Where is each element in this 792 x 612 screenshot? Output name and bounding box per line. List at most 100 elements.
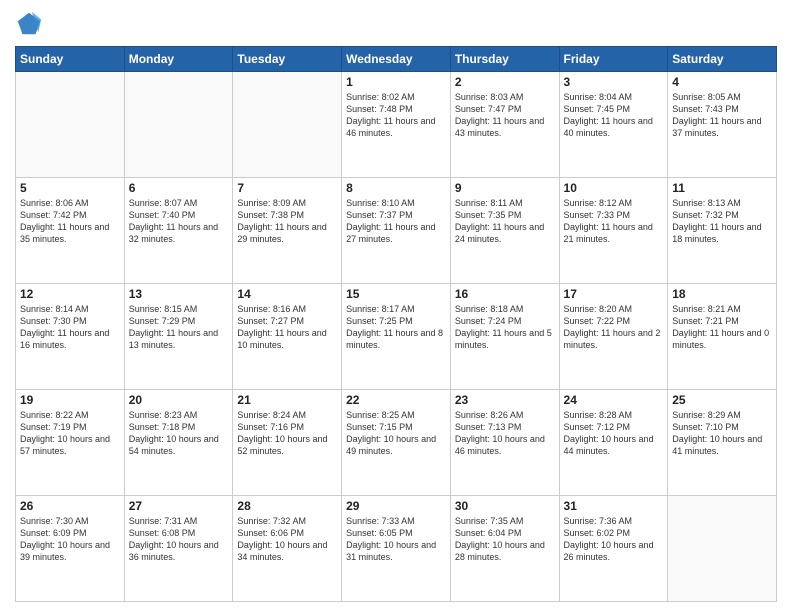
- day-info: Sunrise: 8:04 AM Sunset: 7:45 PM Dayligh…: [564, 91, 664, 140]
- day-info: Sunrise: 8:05 AM Sunset: 7:43 PM Dayligh…: [672, 91, 772, 140]
- day-number: 17: [564, 287, 664, 301]
- calendar-day-18: 18Sunrise: 8:21 AM Sunset: 7:21 PM Dayli…: [668, 284, 777, 390]
- day-info: Sunrise: 8:26 AM Sunset: 7:13 PM Dayligh…: [455, 409, 555, 458]
- calendar-day-12: 12 Sunrise: 8:14 AM Sunset: 7:30 PM Dayli…: [16, 284, 125, 390]
- day-info: Sunrise: 8:10 AM Sunset: 7:37 PM Dayligh…: [346, 197, 446, 246]
- calendar-day-6: 6 Sunrise: 8:07 AM Sunset: 7:40 PM Daylig…: [124, 178, 233, 284]
- day-info: Sunrise: 8:29 AM Sunset: 7:10 PM Dayligh…: [672, 409, 772, 458]
- calendar-week-3: 12 Sunrise: 8:14 AM Sunset: 7:30 PM Dayli…: [16, 284, 777, 390]
- day-info: Sunrise: 8:03 AM Sunset: 7:47 PM Dayligh…: [455, 91, 555, 140]
- day-info: Sunrise: 8:15 AM Sunset: 7:29 PM Dayligh…: [129, 303, 229, 352]
- day-number: 26: [20, 499, 120, 513]
- day-info: Sunrise: 7:32 AM Sunset: 6:06 PM Dayligh…: [237, 515, 337, 564]
- day-number: 4: [672, 75, 772, 89]
- day-info: Sunrise: 8:16 AM Sunset: 7:27 PM Dayligh…: [237, 303, 337, 352]
- day-number: 15: [346, 287, 446, 301]
- calendar-week-4: 19 Sunrise: 8:22 AM Sunset: 7:19 PM Dayli…: [16, 390, 777, 496]
- calendar-day-27: 27 Sunrise: 7:31 AM Sunset: 6:08 PM Dayli…: [124, 496, 233, 602]
- calendar-day-22: 22 Sunrise: 8:25 AM Sunset: 7:15 PM Dayli…: [342, 390, 451, 496]
- day-info: Sunrise: 7:31 AM Sunset: 6:08 PM Dayligh…: [129, 515, 229, 564]
- day-number: 10: [564, 181, 664, 195]
- day-info: Sunrise: 8:12 AM Sunset: 7:33 PM Dayligh…: [564, 197, 664, 246]
- day-number: 16: [455, 287, 555, 301]
- day-number: 12: [20, 287, 120, 301]
- day-info: Sunrise: 8:23 AM Sunset: 7:18 PM Dayligh…: [129, 409, 229, 458]
- day-number: 2: [455, 75, 555, 89]
- calendar-day-empty: [233, 72, 342, 178]
- calendar-day-29: 29 Sunrise: 7:33 AM Sunset: 6:05 PM Dayli…: [342, 496, 451, 602]
- day-info: Sunrise: 8:22 AM Sunset: 7:19 PM Dayligh…: [20, 409, 120, 458]
- day-number: 20: [129, 393, 229, 407]
- col-header-saturday: Saturday: [668, 47, 777, 72]
- day-info: Sunrise: 8:14 AM Sunset: 7:30 PM Dayligh…: [20, 303, 120, 352]
- day-number: 25: [672, 393, 772, 407]
- day-number: 22: [346, 393, 446, 407]
- day-number: 11: [672, 181, 772, 195]
- calendar-day-empty: [124, 72, 233, 178]
- day-info: Sunrise: 7:36 AM Sunset: 6:02 PM Dayligh…: [564, 515, 664, 564]
- calendar-week-1: 1Sunrise: 8:02 AM Sunset: 7:48 PM Daylig…: [16, 72, 777, 178]
- calendar-day-empty: [16, 72, 125, 178]
- calendar-day-13: 13 Sunrise: 8:15 AM Sunset: 7:29 PM Dayli…: [124, 284, 233, 390]
- calendar-day-16: 16 Sunrise: 8:18 AM Sunset: 7:24 PM Dayli…: [450, 284, 559, 390]
- col-header-sunday: Sunday: [16, 47, 125, 72]
- calendar-week-5: 26 Sunrise: 7:30 AM Sunset: 6:09 PM Dayli…: [16, 496, 777, 602]
- day-number: 23: [455, 393, 555, 407]
- calendar-day-1: 1Sunrise: 8:02 AM Sunset: 7:48 PM Daylig…: [342, 72, 451, 178]
- calendar-day-21: 21 Sunrise: 8:24 AM Sunset: 7:16 PM Dayli…: [233, 390, 342, 496]
- col-header-tuesday: Tuesday: [233, 47, 342, 72]
- day-info: Sunrise: 8:28 AM Sunset: 7:12 PM Dayligh…: [564, 409, 664, 458]
- day-info: Sunrise: 8:13 AM Sunset: 7:32 PM Dayligh…: [672, 197, 772, 246]
- calendar-day-2: 2 Sunrise: 8:03 AM Sunset: 7:47 PM Daylig…: [450, 72, 559, 178]
- day-info: Sunrise: 8:07 AM Sunset: 7:40 PM Dayligh…: [129, 197, 229, 246]
- calendar-week-2: 5Sunrise: 8:06 AM Sunset: 7:42 PM Daylig…: [16, 178, 777, 284]
- calendar-day-23: 23 Sunrise: 8:26 AM Sunset: 7:13 PM Dayli…: [450, 390, 559, 496]
- calendar-day-20: 20 Sunrise: 8:23 AM Sunset: 7:18 PM Dayli…: [124, 390, 233, 496]
- calendar-day-25: 25 Sunrise: 8:29 AM Sunset: 7:10 PM Dayli…: [668, 390, 777, 496]
- col-header-wednesday: Wednesday: [342, 47, 451, 72]
- day-number: 28: [237, 499, 337, 513]
- col-header-thursday: Thursday: [450, 47, 559, 72]
- day-info: Sunrise: 8:24 AM Sunset: 7:16 PM Dayligh…: [237, 409, 337, 458]
- day-number: 31: [564, 499, 664, 513]
- calendar-day-9: 9 Sunrise: 8:11 AM Sunset: 7:35 PM Daylig…: [450, 178, 559, 284]
- calendar-day-28: 28 Sunrise: 7:32 AM Sunset: 6:06 PM Dayli…: [233, 496, 342, 602]
- day-number: 9: [455, 181, 555, 195]
- day-info: Sunrise: 8:18 AM Sunset: 7:24 PM Dayligh…: [455, 303, 555, 352]
- day-number: 24: [564, 393, 664, 407]
- calendar-day-19: 19 Sunrise: 8:22 AM Sunset: 7:19 PM Dayli…: [16, 390, 125, 496]
- day-number: 13: [129, 287, 229, 301]
- day-info: Sunrise: 8:20 AM Sunset: 7:22 PM Dayligh…: [564, 303, 664, 352]
- day-info: Sunrise: 8:25 AM Sunset: 7:15 PM Dayligh…: [346, 409, 446, 458]
- day-number: 5: [20, 181, 120, 195]
- calendar-day-3: 3 Sunrise: 8:04 AM Sunset: 7:45 PM Daylig…: [559, 72, 668, 178]
- day-number: 30: [455, 499, 555, 513]
- calendar-day-17: 17 Sunrise: 8:20 AM Sunset: 7:22 PM Dayli…: [559, 284, 668, 390]
- logo-icon: [15, 10, 43, 38]
- day-info: Sunrise: 7:35 AM Sunset: 6:04 PM Dayligh…: [455, 515, 555, 564]
- page: SundayMondayTuesdayWednesdayThursdayFrid…: [0, 0, 792, 612]
- calendar-day-14: 14Sunrise: 8:16 AM Sunset: 7:27 PM Dayli…: [233, 284, 342, 390]
- day-info: Sunrise: 8:02 AM Sunset: 7:48 PM Dayligh…: [346, 91, 446, 140]
- calendar: SundayMondayTuesdayWednesdayThursdayFrid…: [15, 46, 777, 602]
- day-number: 27: [129, 499, 229, 513]
- calendar-day-empty: [668, 496, 777, 602]
- calendar-day-24: 24 Sunrise: 8:28 AM Sunset: 7:12 PM Dayli…: [559, 390, 668, 496]
- day-number: 3: [564, 75, 664, 89]
- day-number: 21: [237, 393, 337, 407]
- calendar-day-8: 8Sunrise: 8:10 AM Sunset: 7:37 PM Daylig…: [342, 178, 451, 284]
- calendar-day-11: 11 Sunrise: 8:13 AM Sunset: 7:32 PM Dayli…: [668, 178, 777, 284]
- day-number: 19: [20, 393, 120, 407]
- day-info: Sunrise: 7:30 AM Sunset: 6:09 PM Dayligh…: [20, 515, 120, 564]
- calendar-day-30: 30 Sunrise: 7:35 AM Sunset: 6:04 PM Dayli…: [450, 496, 559, 602]
- header: [15, 10, 777, 38]
- calendar-day-7: 7Sunrise: 8:09 AM Sunset: 7:38 PM Daylig…: [233, 178, 342, 284]
- calendar-day-15: 15Sunrise: 8:17 AM Sunset: 7:25 PM Dayli…: [342, 284, 451, 390]
- day-info: Sunrise: 8:09 AM Sunset: 7:38 PM Dayligh…: [237, 197, 337, 246]
- logo: [15, 10, 47, 38]
- day-info: Sunrise: 7:33 AM Sunset: 6:05 PM Dayligh…: [346, 515, 446, 564]
- day-number: 6: [129, 181, 229, 195]
- day-number: 29: [346, 499, 446, 513]
- day-info: Sunrise: 8:11 AM Sunset: 7:35 PM Dayligh…: [455, 197, 555, 246]
- day-info: Sunrise: 8:21 AM Sunset: 7:21 PM Dayligh…: [672, 303, 772, 352]
